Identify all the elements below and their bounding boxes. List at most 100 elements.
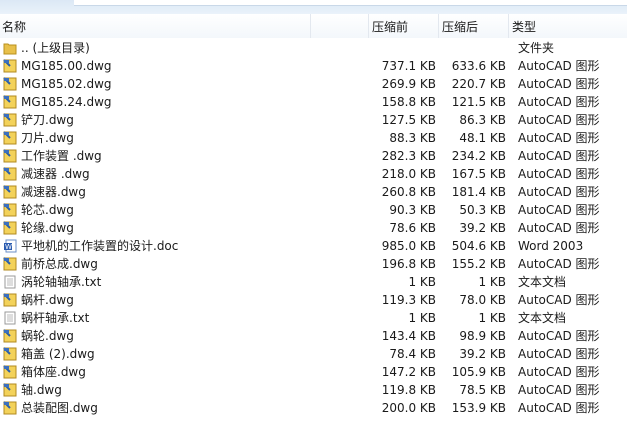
file-type: AutoCAD 图形 <box>518 221 600 235</box>
size-after: 121.5 KB <box>451 95 506 109</box>
file-name: 轴.dwg <box>21 383 62 397</box>
column-after[interactable]: 压缩后 <box>442 18 478 35</box>
size-after: 167.5 KB <box>451 167 506 181</box>
size-after: 633.6 KB <box>451 59 506 73</box>
file-name: 箱体座.dwg <box>21 365 86 379</box>
column-type[interactable]: 类型 <box>512 18 536 35</box>
file-name: 铲刀.dwg <box>21 113 74 127</box>
file-type: AutoCAD 图形 <box>518 77 600 91</box>
dwg-icon <box>3 167 17 181</box>
file-row[interactable]: MG185.24.dwg 158.8 KB 121.5 KB AutoCAD 图… <box>0 93 627 111</box>
file-row[interactable]: 箱盖 (2).dwg 78.4 KB 39.2 KB AutoCAD 图形 <box>0 345 627 363</box>
column-divider[interactable] <box>508 14 509 38</box>
size-after: 153.9 KB <box>451 401 506 415</box>
size-after: 155.2 KB <box>451 257 506 271</box>
column-header: 名称 压缩前 压缩后 类型 <box>0 14 627 38</box>
txt-icon <box>3 311 17 325</box>
dwg-icon <box>3 95 17 109</box>
file-type: Word 2003 <box>518 239 584 253</box>
file-name: 平地机的工作装置的设计.doc <box>21 239 179 253</box>
column-before[interactable]: 压缩前 <box>372 18 408 35</box>
file-name: MG185.02.dwg <box>21 77 112 91</box>
size-after: 86.3 KB <box>459 113 506 127</box>
dwg-icon <box>3 131 17 145</box>
file-row[interactable]: 蜗轮.dwg 143.4 KB 98.9 KB AutoCAD 图形 <box>0 327 627 345</box>
dwg-icon <box>3 347 17 361</box>
file-type: AutoCAD 图形 <box>518 401 600 415</box>
size-after: 105.9 KB <box>451 365 506 379</box>
file-row[interactable]: 刀片.dwg 88.3 KB 48.1 KB AutoCAD 图形 <box>0 129 627 147</box>
file-name: MG185.00.dwg <box>21 59 112 73</box>
size-before: 90.3 KB <box>389 203 436 217</box>
file-row[interactable]: 减速器.dwg 260.8 KB 181.4 KB AutoCAD 图形 <box>0 183 627 201</box>
file-name: 工作装置 .dwg <box>21 149 102 163</box>
size-before: 78.6 KB <box>389 221 436 235</box>
file-type: AutoCAD 图形 <box>518 257 600 271</box>
column-divider[interactable] <box>438 14 439 38</box>
file-type: AutoCAD 图形 <box>518 365 600 379</box>
file-row[interactable]: MG185.00.dwg 737.1 KB 633.6 KB AutoCAD 图… <box>0 57 627 75</box>
size-after: 39.2 KB <box>459 347 506 361</box>
dwg-icon <box>3 59 17 73</box>
size-before: 1 KB <box>408 275 436 289</box>
file-row[interactable]: 箱体座.dwg 147.2 KB 105.9 KB AutoCAD 图形 <box>0 363 627 381</box>
size-before: 119.8 KB <box>381 383 436 397</box>
file-name: 减速器 .dwg <box>21 167 90 181</box>
file-type: AutoCAD 图形 <box>518 95 600 109</box>
file-type: AutoCAD 图形 <box>518 113 600 127</box>
file-name: 减速器.dwg <box>21 185 86 199</box>
file-name: 前桥总成.dwg <box>21 257 98 271</box>
txt-icon <box>3 275 17 289</box>
file-row[interactable]: 涡轮轴轴承.txt 1 KB 1 KB 文本文档 <box>0 273 627 291</box>
file-name: 蜗杆.dwg <box>21 293 74 307</box>
svg-text:W: W <box>5 243 12 251</box>
size-before: 737.1 KB <box>381 59 436 73</box>
file-row[interactable]: 蜗杆.dwg 119.3 KB 78.0 KB AutoCAD 图形 <box>0 291 627 309</box>
column-name[interactable]: 名称 <box>2 18 26 35</box>
dwg-icon <box>3 365 17 379</box>
file-row[interactable]: 减速器 .dwg 218.0 KB 167.5 KB AutoCAD 图形 <box>0 165 627 183</box>
dwg-icon <box>3 77 17 91</box>
file-row[interactable]: MG185.02.dwg 269.9 KB 220.7 KB AutoCAD 图… <box>0 75 627 93</box>
file-name: 蜗轮.dwg <box>21 329 74 343</box>
size-after: 234.2 KB <box>451 149 506 163</box>
file-type: AutoCAD 图形 <box>518 167 600 181</box>
folder-icon <box>3 41 17 55</box>
file-type: AutoCAD 图形 <box>518 131 600 145</box>
file-row[interactable]: .. (上级目录) 文件夹 <box>0 39 627 57</box>
file-name: 涡轮轴轴承.txt <box>21 275 102 289</box>
top-bar <box>0 0 627 14</box>
file-row[interactable]: 轴.dwg 119.8 KB 78.5 KB AutoCAD 图形 <box>0 381 627 399</box>
dwg-icon <box>3 113 17 127</box>
size-after: 181.4 KB <box>451 185 506 199</box>
dwg-icon <box>3 293 17 307</box>
dwg-icon <box>3 185 17 199</box>
file-row[interactable]: 蜗杆轴承.txt 1 KB 1 KB 文本文档 <box>0 309 627 327</box>
file-row[interactable]: 铲刀.dwg 127.5 KB 86.3 KB AutoCAD 图形 <box>0 111 627 129</box>
file-type: AutoCAD 图形 <box>518 293 600 307</box>
size-before: 88.3 KB <box>389 131 436 145</box>
file-row[interactable]: 工作装置 .dwg 282.3 KB 234.2 KB AutoCAD 图形 <box>0 147 627 165</box>
column-divider[interactable] <box>368 14 369 38</box>
size-before: 127.5 KB <box>381 113 436 127</box>
dwg-icon <box>3 257 17 271</box>
file-row[interactable]: 轮缘.dwg 78.6 KB 39.2 KB AutoCAD 图形 <box>0 219 627 237</box>
file-row[interactable]: 轮芯.dwg 90.3 KB 50.3 KB AutoCAD 图形 <box>0 201 627 219</box>
file-type: AutoCAD 图形 <box>518 383 600 397</box>
dwg-icon <box>3 149 17 163</box>
address-bar[interactable] <box>74 0 627 6</box>
file-row[interactable]: W 平地机的工作装置的设计.doc 985.0 KB 504.6 KB Word… <box>0 237 627 255</box>
file-row[interactable]: 前桥总成.dwg 196.8 KB 155.2 KB AutoCAD 图形 <box>0 255 627 273</box>
column-divider[interactable] <box>310 14 311 38</box>
file-name: 刀片.dwg <box>21 131 74 145</box>
file-type: AutoCAD 图形 <box>518 347 600 361</box>
file-row[interactable]: 总装配图.dwg 200.0 KB 153.9 KB AutoCAD 图形 <box>0 399 627 417</box>
size-after: 50.3 KB <box>459 203 506 217</box>
doc-icon: W <box>3 239 17 253</box>
dwg-icon <box>3 401 17 415</box>
dwg-icon <box>3 329 17 343</box>
size-before: 282.3 KB <box>381 149 436 163</box>
size-after: 504.6 KB <box>451 239 506 253</box>
size-after: 39.2 KB <box>459 221 506 235</box>
file-name: .. (上级目录) <box>21 41 90 55</box>
